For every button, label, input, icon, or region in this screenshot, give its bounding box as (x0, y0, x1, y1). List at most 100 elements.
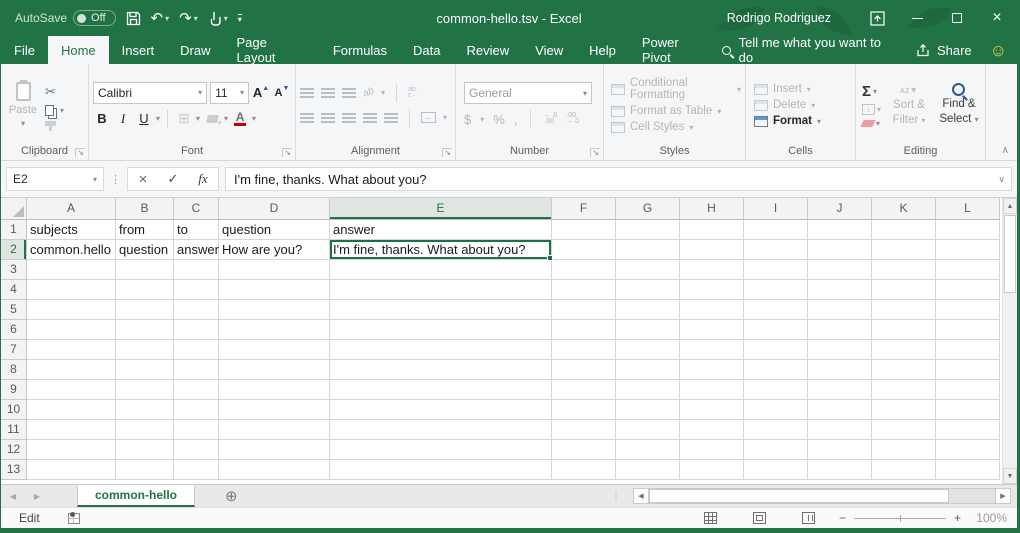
cell-K2[interactable] (872, 240, 936, 260)
italic-button[interactable]: I (114, 109, 132, 129)
cell-D6[interactable] (219, 320, 330, 340)
cell-D9[interactable] (219, 380, 330, 400)
cell-D5[interactable] (219, 300, 330, 320)
cell-L4[interactable] (936, 280, 1000, 300)
column-header-B[interactable]: B (116, 198, 174, 220)
row-header-3[interactable]: 3 (1, 260, 27, 280)
cell-G12[interactable] (616, 440, 680, 460)
row-header-9[interactable]: 9 (1, 380, 27, 400)
cell-G10[interactable] (616, 400, 680, 420)
collapse-ribbon-button[interactable]: ∧ (1002, 145, 1009, 156)
decrease-decimal-icon[interactable]: .00→.0 (566, 113, 579, 125)
vertical-scrollbar[interactable]: ▲ ▼ (1002, 198, 1017, 484)
row-header-1[interactable]: 1 (1, 220, 27, 240)
cell-styles-button[interactable]: Cell Styles▾ (611, 121, 741, 133)
customize-qat-button[interactable]: ▾ (238, 14, 242, 23)
cell-D4[interactable] (219, 280, 330, 300)
cell-E11[interactable] (330, 420, 552, 440)
cell-F12[interactable] (552, 440, 616, 460)
align-left-icon[interactable] (300, 113, 314, 123)
row-header-12[interactable]: 12 (1, 440, 27, 460)
cell-I9[interactable] (744, 380, 808, 400)
row-header-8[interactable]: 8 (1, 360, 27, 380)
cell-I2[interactable] (744, 240, 808, 260)
cell-C9[interactable] (174, 380, 219, 400)
cell-H6[interactable] (680, 320, 744, 340)
name-box[interactable]: E2 ▾ (6, 167, 104, 191)
cell-G13[interactable] (616, 460, 680, 480)
cell-H2[interactable] (680, 240, 744, 260)
format-cells-button[interactable]: Format▾ (754, 115, 851, 127)
formula-bar-divider-dots[interactable]: ⋮ (110, 173, 121, 186)
font-size-select[interactable]: 11▾ (210, 82, 249, 104)
cell-K3[interactable] (872, 260, 936, 280)
cell-L8[interactable] (936, 360, 1000, 380)
cell-C7[interactable] (174, 340, 219, 360)
cell-L12[interactable] (936, 440, 1000, 460)
cell-J1[interactable] (808, 220, 872, 240)
cell-H4[interactable] (680, 280, 744, 300)
decrease-font-size-button[interactable]: A▼ (273, 83, 291, 103)
tab-insert[interactable]: Insert (109, 36, 168, 64)
cell-A6[interactable] (27, 320, 116, 340)
scroll-left-icon[interactable]: ◀ (633, 488, 649, 504)
scroll-right-icon[interactable]: ▶ (995, 488, 1011, 504)
column-header-J[interactable]: J (808, 198, 872, 220)
align-right-icon[interactable] (342, 113, 356, 123)
sort-filter-button[interactable]: AZ▼ Sort & Filter ▾ (887, 68, 931, 142)
cell-E7[interactable] (330, 340, 552, 360)
cell-C1[interactable]: to (174, 220, 219, 240)
middle-align-icon[interactable] (321, 88, 335, 98)
cell-B9[interactable] (116, 380, 174, 400)
row-header-13[interactable]: 13 (1, 460, 27, 480)
clipboard-dialog-launcher-icon[interactable]: ↘ (75, 148, 85, 157)
cell-F4[interactable] (552, 280, 616, 300)
wrap-text-icon[interactable]: abc← (408, 87, 419, 99)
cell-A7[interactable] (27, 340, 116, 360)
cell-E12[interactable] (330, 440, 552, 460)
cell-I13[interactable] (744, 460, 808, 480)
column-header-I[interactable]: I (744, 198, 808, 220)
tab-page-layout[interactable]: Page Layout (224, 36, 320, 64)
cell-B6[interactable] (116, 320, 174, 340)
share-button[interactable]: Share (915, 43, 972, 58)
tab-draw[interactable]: Draw (167, 36, 223, 64)
autosum-dropdown-icon[interactable]: ▾ (873, 87, 877, 96)
cell-E10[interactable] (330, 400, 552, 420)
cell-K12[interactable] (872, 440, 936, 460)
select-all-button[interactable] (1, 198, 27, 220)
cell-J3[interactable] (808, 260, 872, 280)
cell-J7[interactable] (808, 340, 872, 360)
format-painter-button[interactable] (45, 121, 64, 126)
cell-L9[interactable] (936, 380, 1000, 400)
cell-G3[interactable] (616, 260, 680, 280)
cell-L11[interactable] (936, 420, 1000, 440)
paste-dropdown-icon[interactable]: ▾ (21, 119, 25, 128)
cell-L2[interactable] (936, 240, 1000, 260)
touch-mouse-mode-button[interactable]: ▾ (208, 11, 228, 26)
orientation-dropdown-icon[interactable]: ▾ (381, 88, 385, 97)
cell-K8[interactable] (872, 360, 936, 380)
new-sheet-button[interactable]: ⊕ (225, 485, 238, 507)
paste-button[interactable]: Paste ▾ (5, 68, 41, 142)
cell-A9[interactable] (27, 380, 116, 400)
cell-I6[interactable] (744, 320, 808, 340)
cell-L7[interactable] (936, 340, 1000, 360)
cell-H7[interactable] (680, 340, 744, 360)
cell-E1[interactable]: answer (330, 220, 552, 240)
cell-G9[interactable] (616, 380, 680, 400)
zoom-in-button[interactable]: + (954, 511, 961, 525)
cell-E3[interactable] (330, 260, 552, 280)
top-align-icon[interactable] (300, 88, 314, 98)
undo-button[interactable]: ↶▾ (151, 9, 170, 27)
accounting-dropdown-icon[interactable]: ▾ (480, 115, 484, 124)
cell-B12[interactable] (116, 440, 174, 460)
fill-handle[interactable] (547, 255, 553, 261)
cell-F6[interactable] (552, 320, 616, 340)
zoom-level[interactable]: 100% (969, 511, 1007, 525)
cell-F2[interactable] (552, 240, 616, 260)
tab-power-pivot[interactable]: Power Pivot (629, 36, 722, 64)
user-name[interactable]: Rodrigo Rodriguez (727, 11, 831, 25)
page-break-preview-icon[interactable] (802, 512, 815, 524)
cell-C8[interactable] (174, 360, 219, 380)
